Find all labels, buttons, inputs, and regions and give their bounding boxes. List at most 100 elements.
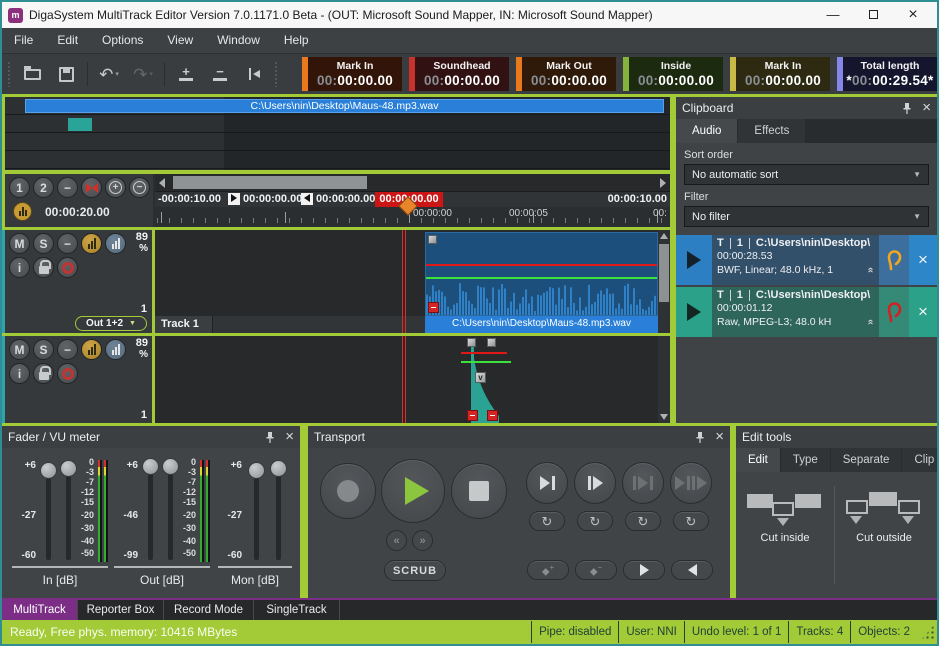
lock-button[interactable] (33, 363, 54, 384)
save-button[interactable] (51, 60, 81, 88)
play-around-button[interactable] (670, 462, 712, 504)
zoom-preset-2-button[interactable]: 2 (33, 177, 54, 198)
menu-window[interactable]: Window (205, 28, 272, 53)
tab-effects[interactable]: Effects (738, 119, 805, 143)
track-name-tab[interactable]: Track 1 (155, 316, 213, 333)
audio-clip[interactable] (425, 232, 658, 316)
pin-icon[interactable] (695, 431, 705, 444)
play-clip-button[interactable] (676, 235, 712, 285)
solo-button[interactable]: S (33, 339, 54, 360)
mark-in-flag[interactable] (228, 193, 240, 205)
undo-button[interactable]: ↶▾ (94, 60, 124, 88)
fader-knob[interactable] (270, 460, 287, 477)
clipboard-item[interactable]: T1C:\Users\nin\Desktop\ 00:00:01.12 Raw,… (676, 287, 937, 337)
close-button[interactable]: × (893, 3, 933, 27)
fader-knob[interactable] (142, 458, 159, 475)
info-button[interactable]: i (9, 257, 30, 278)
loop-button[interactable]: ↻ (625, 511, 661, 531)
fader-track[interactable] (168, 462, 173, 560)
gain-line[interactable] (426, 277, 657, 279)
previous-marker-button[interactable] (671, 560, 713, 580)
close-panel-icon[interactable]: × (922, 101, 931, 115)
remove-marker-button[interactable]: ◆− (575, 560, 617, 580)
gain-mode-button[interactable] (81, 233, 102, 254)
cut-inside-button[interactable]: Cut inside (736, 472, 834, 598)
play-from-cursor-button[interactable] (574, 462, 616, 504)
sort-order-select[interactable]: No automatic sort▼ (684, 164, 929, 185)
remove-clip-button[interactable]: × (909, 235, 937, 285)
open-button[interactable] (17, 60, 47, 88)
clip-handle[interactable] (428, 235, 437, 244)
prelisten-button[interactable] (879, 235, 909, 285)
zoom-minus-button[interactable]: − (57, 177, 78, 198)
loop-button[interactable]: ↻ (577, 511, 613, 531)
menu-file[interactable]: File (2, 28, 45, 53)
time-ruler[interactable]: 00:00:00 00:00:05 00: (155, 207, 670, 227)
play-selection-button[interactable] (622, 462, 664, 504)
collapse-button[interactable]: − (57, 339, 78, 360)
zoom-in-time-button[interactable]: + (105, 177, 126, 198)
mute-button[interactable]: M (9, 233, 30, 254)
overview-clip-bar[interactable]: C:\Users\nin\Desktop\Maus-48.mp3.wav (25, 99, 664, 113)
maximize-button[interactable] (853, 3, 893, 27)
clip-handle[interactable] (487, 338, 496, 347)
toolbar-grip[interactable] (274, 61, 279, 87)
step-forward-button[interactable]: » (412, 530, 433, 551)
loop-button[interactable]: ↻ (529, 511, 565, 531)
play-clip-button[interactable] (676, 287, 712, 337)
overview-clip-chip[interactable] (68, 118, 92, 131)
toolbar-grip[interactable] (7, 61, 12, 87)
collapse-chevron-icon[interactable]: « (864, 319, 878, 325)
tab-audio[interactable]: Audio (676, 119, 737, 143)
zoom-preset-1-button[interactable]: 1 (9, 177, 30, 198)
play-button[interactable] (381, 459, 445, 523)
tab-multitrack[interactable]: MultiTrack (2, 600, 78, 620)
fader-knob[interactable] (40, 462, 57, 479)
lock-button[interactable] (33, 257, 54, 278)
scroll-up-arrow[interactable] (658, 230, 670, 242)
gain-line-max[interactable] (461, 352, 507, 354)
play-to-cursor-button[interactable] (526, 462, 568, 504)
scrollbar-thumb[interactable] (173, 176, 367, 189)
mute-button[interactable]: M (9, 339, 30, 360)
tab-reporter-box[interactable]: Reporter Box (78, 600, 164, 620)
waveform-zoom-button[interactable] (13, 202, 32, 221)
tab-separate[interactable]: Separate (831, 448, 902, 472)
zoom-to-marks-button[interactable] (81, 177, 102, 198)
resize-grip[interactable] (921, 624, 935, 640)
track-2-lane[interactable]: v (155, 336, 658, 423)
next-marker-button[interactable] (623, 560, 665, 580)
clip-info[interactable]: T1C:\Users\nin\Desktop\ 00:00:28.53 BWF,… (712, 235, 879, 285)
clipboard-item[interactable]: T1C:\Users\nin\Desktop\ 00:00:28.53 BWF,… (676, 235, 937, 285)
close-panel-icon[interactable]: × (285, 430, 294, 444)
clip-info[interactable]: T1C:\Users\nin\Desktop\ 00:00:01.12 Raw,… (712, 287, 879, 337)
tab-type[interactable]: Type (781, 448, 830, 472)
clip-name-bar[interactable]: C:\Users\nin\Desktop\Maus-48.mp3.wav (425, 316, 658, 333)
fader-track[interactable] (148, 462, 153, 560)
menu-help[interactable]: Help (272, 28, 321, 53)
pin-icon[interactable] (265, 431, 275, 444)
collapse-chevron-icon[interactable]: « (864, 267, 878, 273)
gain-mode-button[interactable] (81, 339, 102, 360)
gain-line[interactable] (461, 361, 511, 363)
fader-knob[interactable] (248, 462, 265, 479)
clip-fade-handle[interactable] (487, 410, 498, 421)
add-marker-button[interactable]: ◆+ (527, 560, 569, 580)
scrub-button[interactable]: SCRUB (384, 560, 446, 581)
vertical-scrollbar[interactable] (658, 230, 670, 333)
menu-edit[interactable]: Edit (45, 28, 90, 53)
scroll-down-arrow[interactable] (658, 411, 670, 423)
step-back-button[interactable]: « (386, 530, 407, 551)
go-to-start-button[interactable] (239, 60, 269, 88)
cut-outside-button[interactable]: Cut outside (835, 472, 933, 598)
record-arm-button[interactable] (57, 257, 78, 278)
clip-fade-handle[interactable] (467, 410, 478, 421)
volume-point-handle[interactable]: v (475, 372, 486, 383)
redo-button[interactable]: ↷▾ (128, 60, 158, 88)
collapse-button[interactable]: − (57, 233, 78, 254)
horizontal-scrollbar[interactable] (155, 174, 670, 192)
zoom-in-button[interactable]: + (171, 60, 201, 88)
track-1-lane[interactable]: Track 1 C:\Users\nin\Desktop\Maus-48.mp3… (155, 230, 658, 333)
info-button[interactable]: i (9, 363, 30, 384)
loop-button[interactable]: ↻ (673, 511, 709, 531)
